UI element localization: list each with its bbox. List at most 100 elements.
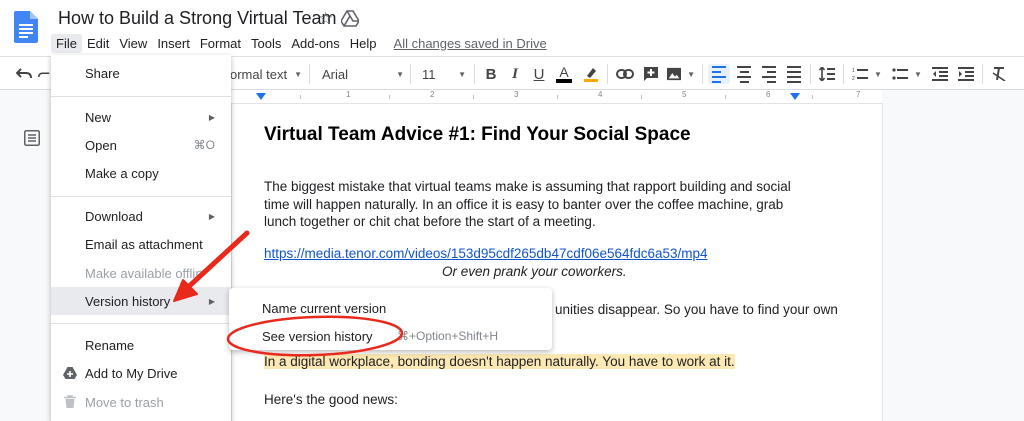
undo-icon[interactable]: [14, 64, 34, 84]
menu-item-make-available-offline: Make available offlin: [51, 259, 231, 287]
ruler-tick: [557, 95, 558, 99]
toolbar-divider: [702, 64, 703, 84]
menu-item-see-version-history[interactable]: See version history ⌘+Option+Shift+H: [229, 322, 552, 350]
insert-image-icon[interactable]: ▼: [667, 64, 695, 84]
ruler-tick: [641, 95, 642, 99]
menu-item-label: Open: [85, 137, 117, 153]
menu-item-email-attachment[interactable]: Email as attachment: [51, 230, 231, 258]
trash-icon: [64, 395, 76, 408]
menu-item-open[interactable]: Open ⌘O: [51, 131, 231, 159]
menu-file[interactable]: File: [51, 33, 82, 53]
menu-item-label: Download: [85, 208, 143, 224]
menu-format[interactable]: Format: [195, 34, 246, 53]
menu-add-ons[interactable]: Add-ons: [286, 34, 344, 53]
clear-formatting-icon[interactable]: [989, 64, 1009, 84]
menu-item-make-copy[interactable]: Make a copy: [51, 159, 231, 187]
decrease-indent-icon[interactable]: [930, 64, 950, 84]
paragraph-fragment: unities disappear. So you have to find y…: [555, 302, 838, 317]
menu-tools[interactable]: Tools: [246, 34, 286, 53]
ruler-label: 3: [514, 90, 519, 99]
save-status-link[interactable]: All changes saved in Drive: [394, 36, 547, 51]
toolbar-divider: [309, 64, 310, 84]
shortcut-label: ⌘O: [193, 138, 215, 152]
left-indent-marker[interactable]: [256, 93, 266, 100]
insert-link-icon[interactable]: [615, 64, 635, 84]
align-justify-icon[interactable]: [784, 64, 804, 84]
font-select[interactable]: Arial ▼: [322, 64, 404, 84]
toolbar-divider: [474, 64, 475, 84]
paragraph-line: The biggest mistake that virtual teams m…: [264, 179, 791, 194]
line-spacing-icon[interactable]: [817, 64, 837, 84]
menu-item-label: Email as attachment: [85, 236, 203, 252]
text-color-swatch: [556, 79, 572, 83]
align-left-icon[interactable]: [708, 64, 730, 84]
menu-item-add-to-drive[interactable]: Add to My Drive: [51, 359, 231, 387]
add-to-drive-icon: [63, 367, 77, 379]
chevron-down-icon: ▼: [874, 69, 882, 79]
ruler-label: 1: [346, 90, 351, 99]
italic-caption: Or even prank your coworkers.: [442, 264, 627, 279]
chevron-right-icon: ▶: [208, 112, 215, 122]
menu-item-label: Make a copy: [85, 165, 159, 181]
italic-icon[interactable]: I: [506, 64, 524, 84]
chevron-down-icon: ▼: [914, 69, 922, 79]
menu-item-download[interactable]: Download ▶: [51, 202, 231, 230]
menu-insert[interactable]: Insert: [152, 34, 195, 53]
increase-indent-icon[interactable]: [956, 64, 976, 84]
chevron-down-icon: ▼: [687, 69, 695, 79]
font-size-select[interactable]: 11 ▼: [422, 64, 466, 84]
numbered-list-icon[interactable]: 1 2 ▼: [850, 64, 884, 84]
underline-icon[interactable]: U: [530, 64, 548, 84]
ruler-label: 4: [598, 90, 603, 99]
menu-item-version-history[interactable]: Version history ▶: [51, 287, 231, 315]
ruler-tick: [473, 95, 474, 99]
menu-item-label: Add to My Drive: [85, 365, 178, 381]
media-link[interactable]: https://media.tenor.com/videos/153d95cdf…: [264, 246, 708, 261]
ruler-label: 2: [430, 90, 435, 99]
svg-text:1: 1: [852, 68, 855, 74]
ruler-label: 7: [856, 90, 861, 99]
menu-item-label: Version history: [85, 293, 171, 309]
file-menu: Share New ▶ Open ⌘O Make a copy Download…: [51, 55, 231, 421]
bold-icon[interactable]: B: [482, 64, 500, 84]
paragraph-line: lunch together or chit chat before the s…: [264, 214, 596, 229]
menu-item-label: New: [85, 109, 112, 125]
version-history-submenu: Name current version See version history…: [229, 288, 552, 350]
menu-divider: [51, 96, 231, 97]
menu-item-name-current-version[interactable]: Name current version: [229, 294, 552, 322]
toolbar-divider: [843, 64, 844, 84]
chevron-right-icon: ▶: [208, 211, 215, 221]
redo-icon[interactable]: [38, 64, 50, 84]
align-center-icon[interactable]: [734, 64, 754, 84]
document-outline-icon[interactable]: [24, 130, 40, 146]
paragraph-style-select[interactable]: ormal text ▼: [230, 64, 302, 84]
document-title[interactable]: How to Build a Strong Virtual Team: [58, 8, 336, 29]
menu-view[interactable]: View: [114, 34, 152, 53]
right-indent-marker[interactable]: [790, 93, 800, 100]
shortcut-label: ⌘+Option+Shift+H: [397, 329, 499, 343]
menu-help[interactable]: Help: [345, 34, 382, 53]
google-docs-window: How to Build a Strong Virtual Team ☆ Fil…: [0, 0, 1024, 421]
menu-item-new[interactable]: New ▶: [51, 103, 231, 131]
ruler-tick: [300, 95, 301, 99]
toolbar-divider: [607, 64, 608, 84]
ruler-track: [230, 90, 882, 104]
bulleted-list-icon[interactable]: ▼: [890, 64, 924, 84]
star-outline-icon[interactable]: ☆: [318, 9, 333, 29]
menu-item-share[interactable]: Share: [51, 59, 231, 87]
ruler-label: 5: [682, 90, 687, 99]
document-page[interactable]: [232, 104, 882, 421]
ruler-tick: [725, 95, 726, 99]
menu-item-rename[interactable]: Rename: [51, 331, 231, 359]
highlight-color-icon[interactable]: [582, 64, 600, 84]
ruler-label: 6: [766, 90, 771, 99]
align-right-icon[interactable]: [759, 64, 779, 84]
menu-edit[interactable]: Edit: [82, 34, 114, 53]
text-color-icon[interactable]: A: [555, 64, 573, 84]
toolbar-divider: [810, 64, 811, 84]
menu-item-label: Name current version: [262, 300, 387, 316]
drive-icon[interactable]: [341, 10, 359, 27]
add-comment-icon[interactable]: [641, 64, 661, 84]
google-docs-logo-icon[interactable]: [14, 11, 38, 43]
toolbar-divider: [410, 64, 411, 84]
